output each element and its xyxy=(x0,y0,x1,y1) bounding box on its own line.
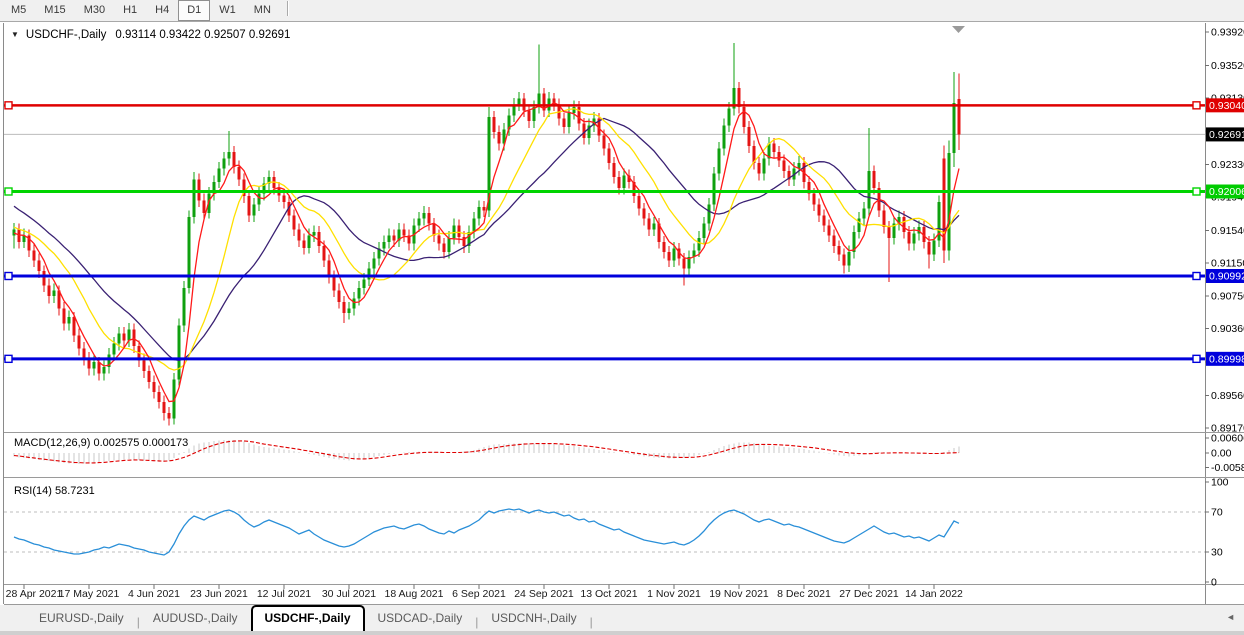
line-handle[interactable] xyxy=(1193,273,1200,280)
date-axis-label: 17 May 2021 xyxy=(59,588,120,600)
date-axis-label: 30 Jul 2021 xyxy=(322,588,376,600)
date-axis-label: 18 Aug 2021 xyxy=(385,588,444,600)
price-axis-label: 0.93920 xyxy=(1211,27,1244,39)
date-axis-label: 6 Sep 2021 xyxy=(452,588,506,600)
line-handle[interactable] xyxy=(1193,355,1200,362)
line-handle[interactable] xyxy=(1193,102,1200,109)
timeframe-mn-button[interactable]: MN xyxy=(245,0,280,21)
date-axis-label: 19 Nov 2021 xyxy=(709,588,769,600)
macd-axis-label: 0.00 xyxy=(1211,448,1232,460)
line-handle[interactable] xyxy=(5,355,12,362)
price-axis-label: 0.90750 xyxy=(1211,291,1244,303)
rsi-axis-label: 100 xyxy=(1211,477,1229,489)
price-chart[interactable]: 0.939200.935200.931300.927300.923300.919… xyxy=(0,0,1244,635)
macd-indicator-label: MACD(12,26,9) 0.002575 0.000173 xyxy=(14,437,188,449)
tab-scroll-left-icon[interactable]: ◄ xyxy=(1226,612,1235,622)
chart-symbol-label: USDCHF-,Daily xyxy=(26,29,107,41)
chart-dropdown-icon[interactable]: ▼ xyxy=(11,30,19,39)
date-axis-label: 12 Jul 2021 xyxy=(257,588,311,600)
tab-eurusd[interactable]: EURUSD-,Daily xyxy=(26,605,137,631)
rsi-axis-label: 70 xyxy=(1211,507,1223,519)
timeframe-toolbar: M5M15M30H1H4D1W1MN xyxy=(0,0,1244,22)
line-handle[interactable] xyxy=(5,102,12,109)
tab-usdcad[interactable]: USDCAD-,Daily xyxy=(365,605,476,631)
timeframe-d1-button[interactable]: D1 xyxy=(178,0,210,21)
date-axis-label: 28 Apr 2021 xyxy=(6,588,63,600)
tabbar-scroll-arrows: ◄► xyxy=(1210,612,1244,622)
macd-axis-label: -0.00586 xyxy=(1211,462,1244,474)
chart-shift-marker-icon[interactable] xyxy=(952,26,965,33)
toolbar-divider xyxy=(287,1,289,16)
rsi-line xyxy=(14,509,959,555)
date-axis-label: 8 Dec 2021 xyxy=(777,588,831,600)
date-axis-label: 27 Dec 2021 xyxy=(839,588,899,600)
date-axis-label: 24 Sep 2021 xyxy=(514,588,574,600)
price-axis-label: 0.93520 xyxy=(1211,60,1244,72)
tab-usdcnh[interactable]: USDCNH-,Daily xyxy=(478,605,589,631)
timeframe-m30-button[interactable]: M30 xyxy=(75,0,114,21)
macd-axis-label: 0.006068 xyxy=(1211,433,1244,445)
chart-ohlc-values: 0.93114 0.93422 0.92507 0.92691 xyxy=(115,29,290,41)
price-axis-label: 0.90360 xyxy=(1211,323,1244,335)
tab-usdchf[interactable]: USDCHF-,Daily xyxy=(251,605,365,631)
moving-average-24-line xyxy=(14,118,959,360)
svg-text:0.92006: 0.92006 xyxy=(1209,186,1244,198)
svg-text:0.90992: 0.90992 xyxy=(1209,271,1244,283)
svg-text:0.89998: 0.89998 xyxy=(1209,353,1244,365)
moving-average-13-line xyxy=(14,109,959,370)
date-axis-label: 23 Jun 2021 xyxy=(190,588,248,600)
timeframe-m5-button[interactable]: M5 xyxy=(2,0,35,21)
timeframe-m15-button[interactable]: M15 xyxy=(35,0,74,21)
svg-text:0.93040: 0.93040 xyxy=(1209,100,1244,112)
timeframe-h1-button[interactable]: H1 xyxy=(114,0,146,21)
line-handle[interactable] xyxy=(5,273,12,280)
rsi-indicator-label: RSI(14) 58.7231 xyxy=(14,485,95,497)
rsi-panel xyxy=(4,509,1205,555)
tab-separator: | xyxy=(590,615,593,629)
rsi-axis-label: 30 xyxy=(1211,547,1223,559)
date-axis-label: 14 Jan 2022 xyxy=(905,588,963,600)
date-axis-label: 1 Nov 2021 xyxy=(647,588,701,600)
timeframe-h4-button[interactable]: H4 xyxy=(146,0,178,21)
svg-text:0.92691: 0.92691 xyxy=(1209,129,1244,141)
tab-audusd[interactable]: AUDUSD-,Daily xyxy=(140,605,251,631)
timeframe-w1-button[interactable]: W1 xyxy=(210,0,245,21)
chart-tabbar: ◄► EURUSD-,Daily | AUDUSD-,DailyUSDCHF-,Da… xyxy=(0,605,1244,635)
price-axis-label: 0.92330 xyxy=(1211,159,1244,171)
line-handle[interactable] xyxy=(1193,188,1200,195)
rsi-axis-label: 0 xyxy=(1211,577,1217,589)
price-axis-label: 0.89560 xyxy=(1211,390,1244,402)
price-axis-label: 0.91540 xyxy=(1211,225,1244,237)
line-handle[interactable] xyxy=(5,188,12,195)
trading-app-window: M5M15M30H1H4D1W1MN 0.939200.935200.93130… xyxy=(0,0,1244,635)
date-axis-label: 4 Jun 2021 xyxy=(128,588,180,600)
candlestick-series xyxy=(13,43,961,426)
chart-title: ▼ USDCHF-,Daily 0.93114 0.93422 0.92507 0.… xyxy=(11,29,290,41)
price-axis-label: 0.91150 xyxy=(1211,257,1244,269)
date-axis-label: 13 Oct 2021 xyxy=(580,588,637,600)
moving-average-5-line xyxy=(14,103,959,402)
